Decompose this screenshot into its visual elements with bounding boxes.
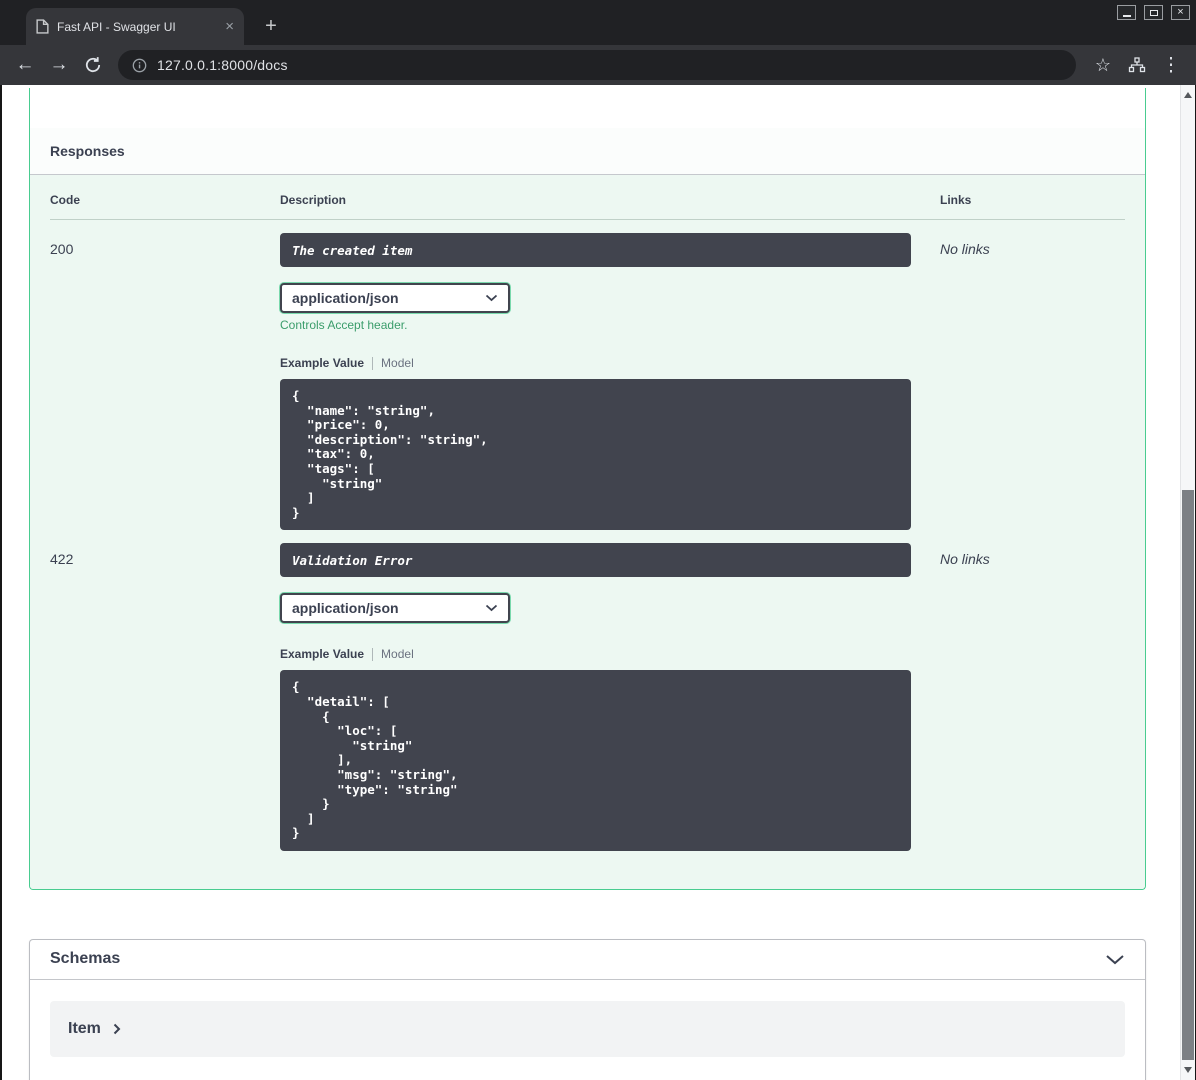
tab-strip: Fast API - Swagger UI × + × bbox=[0, 0, 1196, 45]
content-type-select[interactable]: application/json bbox=[280, 283, 510, 313]
chevron-down-icon bbox=[485, 605, 498, 612]
minimize-button[interactable] bbox=[1117, 5, 1136, 20]
response-description: The created item bbox=[280, 233, 911, 267]
scroll-down-arrow[interactable] bbox=[1181, 1063, 1195, 1077]
scrollbar-thumb[interactable] bbox=[1182, 490, 1194, 1060]
browser-window: Fast API - Swagger UI × + × ← → 127.0.0.… bbox=[0, 0, 1196, 1080]
content-type-select[interactable]: application/json bbox=[280, 593, 510, 624]
responses-panel: Responses Code Description Links 200 The… bbox=[29, 88, 1146, 890]
model-item[interactable]: Item bbox=[50, 1000, 1125, 1057]
chevron-down-icon bbox=[1106, 955, 1124, 965]
page-viewport: Responses Code Description Links 200 The… bbox=[0, 85, 1196, 1080]
tab-model[interactable]: Model bbox=[381, 647, 414, 661]
header-code: Code bbox=[50, 193, 80, 207]
window-controls: × bbox=[1117, 5, 1190, 20]
responses-table: Code Description Links 200 The created i… bbox=[30, 175, 1145, 889]
reload-icon bbox=[85, 57, 101, 73]
response-code: 422 bbox=[50, 551, 74, 568]
example-model-tabs: Example Value Model bbox=[280, 356, 940, 370]
forward-button[interactable]: → bbox=[44, 50, 74, 80]
response-links: No links bbox=[940, 241, 990, 257]
tab-title: Fast API - Swagger UI bbox=[57, 19, 176, 34]
swagger-page: Responses Code Description Links 200 The… bbox=[2, 85, 1180, 1080]
chevron-right-icon bbox=[113, 1023, 121, 1035]
new-tab-button[interactable]: + bbox=[258, 13, 284, 39]
tab-separator bbox=[372, 647, 374, 661]
maximize-icon bbox=[1149, 9, 1158, 16]
accept-header-note: Controls Accept header. bbox=[280, 318, 408, 332]
page-scrollbar[interactable] bbox=[1180, 85, 1195, 1080]
navigation-bar: ← → 127.0.0.1:8000/docs ☆ ⋮ bbox=[0, 45, 1196, 85]
header-description: Description bbox=[280, 193, 347, 207]
response-links: No links bbox=[940, 551, 990, 568]
scroll-up-arrow[interactable] bbox=[1181, 88, 1195, 102]
opblock-body-spacer bbox=[30, 88, 1145, 128]
close-button[interactable]: × bbox=[1171, 5, 1190, 20]
example-model-tabs: Example Value Model bbox=[280, 647, 940, 661]
response-code: 200 bbox=[50, 241, 74, 257]
header-links: Links bbox=[940, 193, 972, 207]
responses-header: Responses bbox=[30, 128, 1145, 175]
chevron-down-icon bbox=[485, 294, 498, 302]
back-button[interactable]: ← bbox=[10, 50, 40, 80]
triangle-up-icon bbox=[1184, 92, 1192, 98]
url-text: 127.0.0.1:8000/docs bbox=[157, 57, 288, 73]
responses-title: Responses bbox=[50, 143, 125, 159]
triangle-down-icon bbox=[1184, 1067, 1192, 1073]
address-bar[interactable]: 127.0.0.1:8000/docs bbox=[118, 50, 1076, 80]
tab-model[interactable]: Model bbox=[381, 356, 414, 370]
tab-separator bbox=[372, 356, 374, 370]
example-json-block: { "detail": [ { "loc": [ "string" ], "ms… bbox=[280, 670, 911, 851]
schemas-title: Schemas bbox=[50, 950, 121, 968]
page-favicon-icon bbox=[36, 19, 49, 34]
tab-example-value[interactable]: Example Value bbox=[280, 647, 364, 661]
schemas-header[interactable]: Schemas bbox=[30, 940, 1145, 980]
reload-button[interactable] bbox=[78, 50, 108, 80]
responses-table-header: Code Description Links bbox=[50, 193, 1125, 220]
bookmark-star-icon[interactable]: ☆ bbox=[1088, 50, 1118, 80]
response-description: Validation Error bbox=[280, 543, 911, 578]
browser-menu-icon[interactable]: ⋮ bbox=[1156, 50, 1186, 80]
site-info-icon[interactable] bbox=[132, 58, 147, 73]
schemas-body: Item ValidationError bbox=[30, 980, 1145, 1080]
site-hierarchy-icon[interactable] bbox=[1122, 50, 1152, 80]
maximize-button[interactable] bbox=[1144, 5, 1163, 20]
tab-close-icon[interactable]: × bbox=[225, 19, 234, 34]
example-json-block: { "name": "string", "price": 0, "descrip… bbox=[280, 379, 911, 531]
minimize-icon bbox=[1122, 14, 1131, 17]
tab-example-value[interactable]: Example Value bbox=[280, 356, 364, 370]
schemas-section: Schemas Item ValidationError bbox=[29, 938, 1146, 1080]
response-row-200: 200 The created item application/json Co… bbox=[50, 220, 1125, 531]
response-row-422: 422 Validation Error application/json Ex… bbox=[50, 530, 1125, 851]
browser-tab[interactable]: Fast API - Swagger UI × bbox=[26, 8, 244, 45]
